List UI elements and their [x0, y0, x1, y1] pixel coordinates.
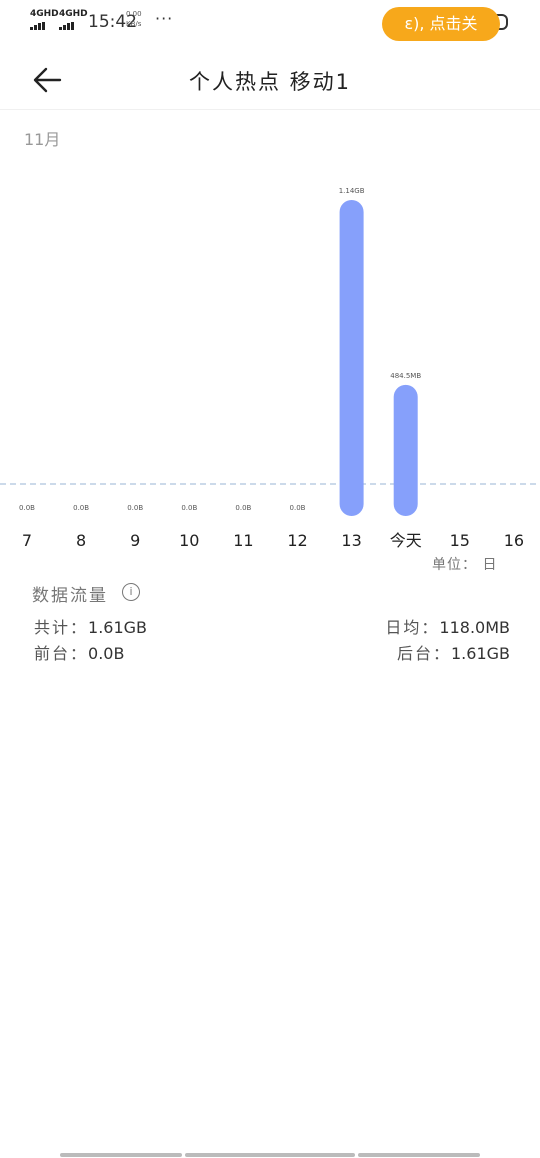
bar-data-label: 1.14GB [339, 187, 365, 195]
x-tick-label: 7 [22, 531, 32, 550]
background-usage: 后台：1.61GB [397, 640, 510, 664]
net-speed: 0.00 KB/s [126, 9, 142, 29]
chart-bar[interactable] [339, 200, 364, 516]
background-value: 1.61GB [451, 644, 510, 663]
x-tick-label: 10 [179, 531, 199, 550]
home-indicator [185, 1153, 355, 1157]
total-usage: 共计：1.61GB [34, 614, 147, 638]
home-indicator [358, 1153, 480, 1157]
x-tick-label: 9 [130, 531, 140, 550]
foreground-value: 0.0B [88, 644, 125, 663]
foreground-label: 前台： [34, 644, 89, 663]
hotspot-close-pill[interactable]: ε), 点击关 [382, 7, 500, 41]
chart-bar[interactable] [393, 384, 418, 516]
page-title: 个人热点 移动1 [188, 70, 352, 94]
bar-data-label: 0.0B [235, 504, 251, 512]
bar-data-label: 0.0B [290, 504, 306, 512]
net-speed-value: 0.00 [126, 10, 142, 18]
daily-usage-chart: 0.0B 0.0B 0.0B 0.0B 0.0B 0.0B 1.14GB 484.5MB 7 8… [0, 187, 540, 550]
x-tick-label: 12 [287, 531, 307, 550]
bar-data-label: 0.0B [73, 504, 89, 512]
x-tick-label: 16 [504, 531, 524, 550]
x-tick-label: 8 [76, 531, 86, 550]
x-tick-label: 13 [341, 531, 361, 550]
bar-data-label: 0.0B [127, 504, 143, 512]
x-tick-label: 11 [233, 531, 253, 550]
bar-data-label: 484.5MB [390, 372, 421, 380]
unit-label: 单位： 日 [432, 557, 498, 573]
signal-icon: 4GHD [59, 9, 88, 30]
more-notifications-icon: ··· [155, 9, 174, 28]
x-tick-label: 15 [450, 531, 470, 550]
bar-data-label: 0.0B [19, 504, 35, 512]
bar-data-label: 0.0B [181, 504, 197, 512]
x-tick-label: 今天 [390, 531, 422, 550]
home-indicator [60, 1153, 182, 1157]
net-speed-unit: KB/s [126, 20, 142, 28]
daily-average: 日均：118.0MB [385, 614, 510, 638]
signal-icon: 4GHD [30, 9, 59, 30]
month-label: 11月 [24, 130, 61, 149]
total-value: 1.61GB [88, 618, 148, 637]
data-usage-title: 数据流量 [32, 586, 108, 606]
app-header: 个人热点 移动1 [0, 50, 540, 110]
info-icon[interactable]: i [122, 583, 140, 601]
signal-label: 4GHD [59, 9, 88, 19]
foreground-usage: 前台：0.0B [34, 640, 124, 664]
status-bar: 4GHD 4GHD 15:42 0.00 KB/s ··· ε), 点击关 [0, 0, 540, 44]
daily-value: 118.0MB [439, 618, 510, 637]
total-label: 共计： [34, 618, 89, 637]
signal-label: 4GHD [30, 9, 59, 19]
daily-label: 日均： [385, 618, 440, 637]
background-label: 后台： [396, 644, 451, 663]
